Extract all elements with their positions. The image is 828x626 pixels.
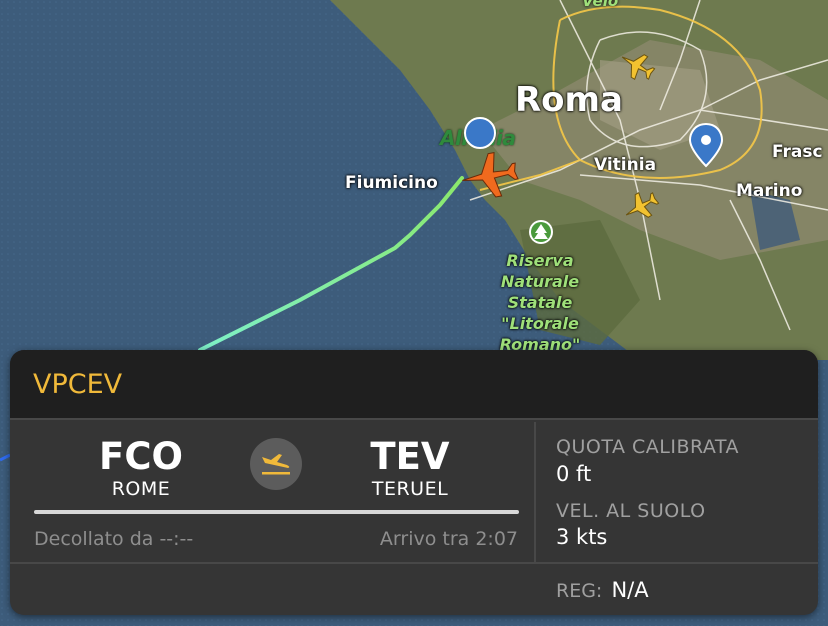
altitude-label: QUOTA CALIBRATA (556, 436, 740, 458)
registration: REG: N/A (556, 578, 649, 602)
map-label-velo: Velo (582, 0, 619, 10)
park-label-line: Statale (507, 293, 573, 312)
route-section: FCO ROME TEV TERUEL Decollato da --:-- A… (10, 422, 536, 562)
altitude-value: 0 ft (556, 462, 592, 486)
destination-code: TEV (370, 435, 450, 478)
park-label-line: Naturale (500, 272, 580, 291)
town-label-fiumicino: Fiumicino (345, 173, 438, 193)
town-label-marino: Marino (736, 181, 803, 201)
origin-airport[interactable]: FCO ROME (66, 435, 216, 501)
flight-callsign: VPCEV (33, 368, 123, 400)
arrival-status: Arrivo tra 2:07 (379, 528, 518, 550)
registration-value: N/A (611, 578, 649, 602)
destination-airport[interactable]: TEV TERUEL (335, 435, 485, 501)
town-label-vitinia: Vitinia (594, 155, 657, 175)
town-label-frasc: Frasc (772, 142, 823, 162)
stats-section: QUOTA CALIBRATA 0 ft VEL. AL SUOLO 3 kts (536, 422, 818, 562)
airline-logo-alitalia: Alitalia (440, 126, 516, 150)
flight-info-panel[interactable]: VPCEV FCO ROME TEV TERUEL Decollato da -… (10, 350, 818, 615)
flight-progress-bar (34, 510, 519, 514)
landing-plane-glyph (262, 454, 290, 475)
destination-city: TERUEL (371, 478, 449, 500)
park-label-line: "Litorale (501, 314, 579, 333)
origin-code: FCO (99, 435, 183, 478)
origin-city: ROME (111, 478, 171, 500)
landing-plane-icon (250, 438, 302, 490)
panel-header[interactable]: VPCEV (10, 350, 818, 420)
registration-label: REG: (556, 580, 603, 602)
park-label-line: Riserva (506, 251, 574, 270)
panel-footer: REG: N/A (10, 562, 818, 615)
departure-status: Decollato da --:-- (34, 528, 194, 550)
city-label-roma: Roma (515, 80, 623, 120)
speed-label: VEL. AL SUOLO (556, 500, 706, 522)
speed-value: 3 kts (556, 525, 608, 549)
park-label: Riserva Naturale Statale "Litorale Roman… (490, 250, 590, 355)
